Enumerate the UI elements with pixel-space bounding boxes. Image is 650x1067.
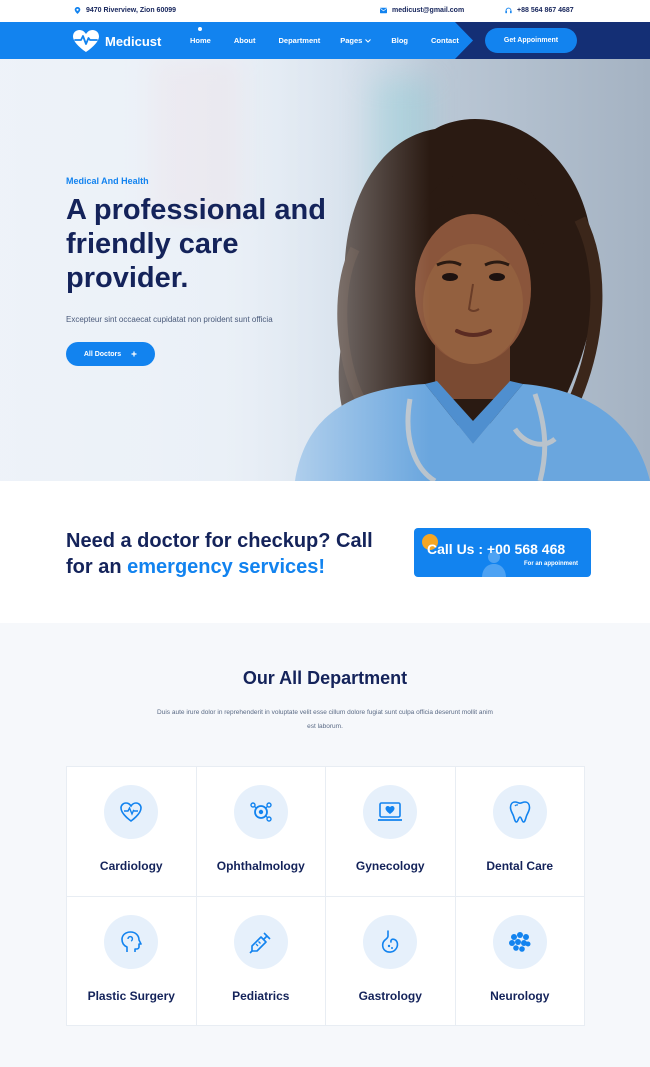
main-navbar: Medicust Home About Department Pages Blo… xyxy=(0,22,650,59)
department-name: Ophthalmology xyxy=(216,859,305,873)
department-icon-circle xyxy=(492,785,547,839)
department-card-neurology[interactable]: Neurology xyxy=(455,896,584,1025)
monitor-heart-icon xyxy=(378,802,403,821)
head-icon xyxy=(121,930,143,952)
department-name: Cardiology xyxy=(99,859,163,873)
nav-item-pages[interactable]: Pages xyxy=(340,36,372,45)
nav-menu: Home About Department Pages Blog Contact xyxy=(190,22,459,59)
departments-description: Duis aute irure dolor in reprehenderit i… xyxy=(157,709,493,730)
email-text[interactable]: medicust@gmail.com xyxy=(392,7,464,14)
all-doctors-label: All Doctors xyxy=(83,350,122,358)
department-name: Gastrology xyxy=(358,988,422,1003)
nav-item-about[interactable]: About xyxy=(234,36,256,45)
call-us-subtext: For an appoinment xyxy=(524,561,578,567)
department-name: Neurology xyxy=(490,988,550,1003)
emergency-heading: Need a doctor for checkup? Call for an e… xyxy=(66,528,396,580)
departments-title: Our All Department xyxy=(242,668,408,688)
syringe-icon xyxy=(249,931,271,954)
departments-section: Our All Department Duis aute irure dolor… xyxy=(0,623,650,1067)
heart-pulse-logo-icon xyxy=(73,30,99,52)
hero-subtitle: Medical And Health xyxy=(66,176,149,186)
tooth-icon xyxy=(509,801,531,823)
get-appointment-button[interactable]: Get Appoinment xyxy=(485,28,577,53)
department-name: Plastic Surgery xyxy=(87,988,175,1003)
emergency-heading-accent: emergency services! xyxy=(127,556,326,578)
all-doctors-button[interactable]: All Doctors xyxy=(66,342,155,366)
brand-name: Medicust xyxy=(105,33,162,49)
nav-item-pages-label[interactable]: Pages xyxy=(340,36,362,45)
departments-grid: Cardiology Ophthalmology Gynecology Dent… xyxy=(66,766,585,1026)
department-card-gynecology[interactable]: Gynecology xyxy=(326,767,455,896)
email-item[interactable]: medicust@gmail.com xyxy=(380,7,464,14)
nav-item-home[interactable]: Home xyxy=(190,27,211,45)
department-name: Dental Care xyxy=(486,859,554,873)
phone-item[interactable]: +88 564 867 4687 xyxy=(505,7,574,14)
department-name: Gynecology xyxy=(355,859,425,873)
envelope-icon xyxy=(380,7,387,14)
nav-item-department[interactable]: Department xyxy=(279,36,321,45)
call-us-number[interactable]: Call Us : +00 568 468 xyxy=(427,541,565,557)
emergency-section: Need a doctor for checkup? Call for an e… xyxy=(0,481,650,623)
stomach-icon xyxy=(382,929,399,953)
neuron-icon xyxy=(508,931,531,952)
department-card-cardiology[interactable]: Cardiology xyxy=(67,767,196,896)
department-card-gastrology[interactable]: Gastrology xyxy=(326,896,455,1025)
nav-item-blog[interactable]: Blog xyxy=(391,36,408,45)
department-icon-circle xyxy=(233,914,288,969)
hero-title: A professional and friendly care provide… xyxy=(66,194,326,294)
phone-text[interactable]: +88 564 867 4687 xyxy=(517,7,574,14)
eye-icon xyxy=(250,802,272,822)
hero-section: Medical And Health A professional and fr… xyxy=(0,59,650,481)
department-icon-circle xyxy=(233,785,288,839)
headset-icon xyxy=(505,7,512,14)
department-icon-circle xyxy=(492,914,547,969)
department-name: Pediatrics xyxy=(232,988,290,1003)
department-icon-circle xyxy=(363,914,418,969)
plus-icon xyxy=(131,351,137,357)
department-card-dental-care[interactable]: Dental Care xyxy=(455,767,584,896)
map-pin-icon xyxy=(74,7,81,14)
heart-icon xyxy=(120,802,143,822)
hero-description: Excepteur sint occaecat cupidatat non pr… xyxy=(66,315,273,324)
call-us-box[interactable]: Call Us : +00 568 468 For an appoinment xyxy=(414,528,591,577)
nav-item-contact[interactable]: Contact xyxy=(431,36,459,45)
brand-logo[interactable]: Medicust xyxy=(72,29,161,53)
address-text: 9470 Riverview, Zion 60099 xyxy=(86,7,177,14)
chevron-down-icon xyxy=(365,38,372,43)
department-icon-circle xyxy=(104,914,159,969)
top-info-bar: 9470 Riverview, Zion 60099 medicust@gmai… xyxy=(0,0,650,22)
address-item: 9470 Riverview, Zion 60099 xyxy=(74,7,176,14)
department-card-pediatrics[interactable]: Pediatrics xyxy=(196,896,325,1025)
department-card-plastic-surgery[interactable]: Plastic Surgery xyxy=(67,896,196,1025)
department-icon-circle xyxy=(363,785,418,839)
department-icon-circle xyxy=(104,785,159,839)
department-card-ophthalmology[interactable]: Ophthalmology xyxy=(196,767,325,896)
